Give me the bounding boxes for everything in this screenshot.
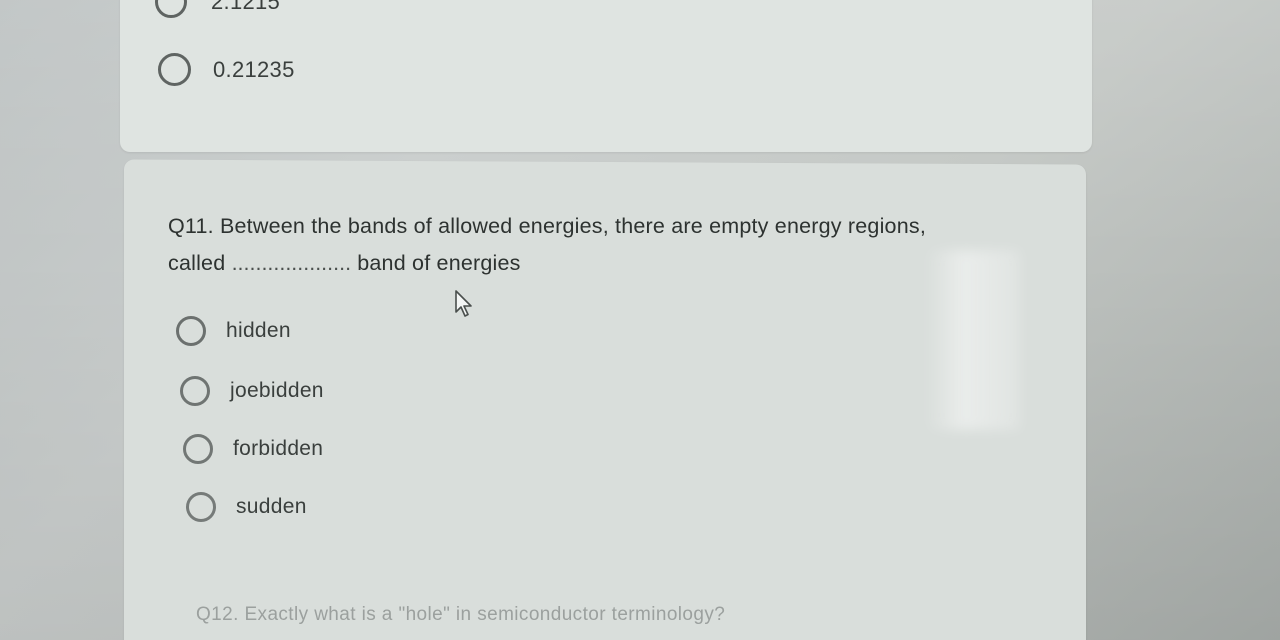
radio-button[interactable] xyxy=(183,434,213,464)
question-blank: .................... xyxy=(231,251,352,275)
radio-button[interactable] xyxy=(180,376,210,406)
radio-button[interactable] xyxy=(176,316,206,346)
question-line-1: Q11. Between the bands of allowed energi… xyxy=(168,214,926,238)
next-question-text: Q12. Exactly what is a "hole" in semicon… xyxy=(196,604,726,625)
mouse-cursor-icon xyxy=(455,290,472,317)
radio-button[interactable] xyxy=(155,0,187,18)
option-hidden[interactable]: hidden xyxy=(176,316,291,346)
question-text: Q11. Between the bands of allowed energi… xyxy=(168,208,1048,282)
option-label: sudden xyxy=(236,495,307,518)
option-forbidden[interactable]: forbidden xyxy=(183,434,323,464)
question-line-2: called .................... band of ener… xyxy=(168,245,1048,282)
option-label: 0.21235 xyxy=(213,56,295,82)
radio-button[interactable] xyxy=(186,492,216,522)
option-label: forbidden xyxy=(233,437,324,460)
previous-option-1[interactable]: 2.1215 xyxy=(155,0,280,18)
previous-option-2[interactable]: 0.21235 xyxy=(158,53,295,86)
option-label: joebidden xyxy=(230,379,324,402)
option-label: hidden xyxy=(226,319,291,342)
radio-button[interactable] xyxy=(158,53,191,86)
option-joebidden[interactable]: joebidden xyxy=(180,376,324,406)
question-line-2-end: band of energies xyxy=(357,251,521,275)
option-sudden[interactable]: sudden xyxy=(186,492,307,522)
question-word-called: called xyxy=(168,251,226,275)
option-label: 2.1215 xyxy=(211,0,281,14)
